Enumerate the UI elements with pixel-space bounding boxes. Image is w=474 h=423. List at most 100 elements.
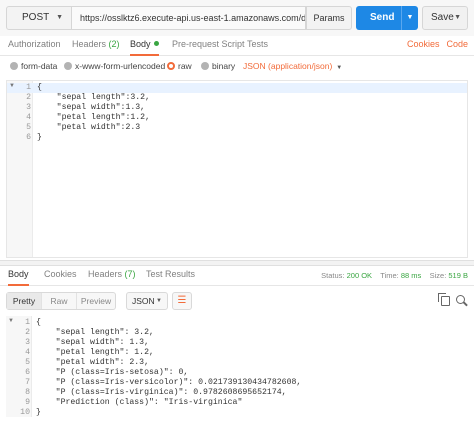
format-label: JSON <box>132 296 155 306</box>
status-value: 200 OK <box>346 271 373 280</box>
code-line: "P (class=Iris-versicolor)": 0.021739130… <box>36 378 302 387</box>
editor-line: ▼ 1 { <box>7 83 467 93</box>
cookies-link[interactable]: Cookies <box>407 39 440 49</box>
code-line: "sepal width": 1.3, <box>36 338 150 347</box>
size-label: Size: <box>429 271 447 280</box>
code-line: "sepal length": 3.2, <box>36 328 154 337</box>
code-line: } <box>37 133 42 142</box>
line-number: 2 <box>25 328 30 337</box>
request-body-editor[interactable]: ▼ 1 { 2 "sepal length":3.2, 3 "sepal wid… <box>6 80 468 258</box>
line-number: 5 <box>26 123 31 132</box>
view-mode-group: Pretty Raw Preview <box>6 292 116 310</box>
pretty-button[interactable]: Pretty <box>7 293 42 309</box>
tab-label: Cookies <box>44 269 77 279</box>
line-number: 5 <box>25 358 30 367</box>
chevron-down-icon: ▼ <box>156 298 162 304</box>
radio-icon <box>64 62 72 70</box>
radio-icon <box>10 62 18 70</box>
line-number: 1 <box>26 83 31 92</box>
chevron-down-icon: ▼ <box>56 14 63 21</box>
response-tabs: Body Cookies Headers (7) Test Results St… <box>0 266 474 286</box>
tab-label: Headers <box>72 39 107 49</box>
line-number: 1 <box>25 318 30 327</box>
code-line: "petal length":1.2, <box>37 113 151 122</box>
tab-response-cookies[interactable]: Cookies <box>44 269 77 286</box>
time-value: 88 ms <box>400 271 422 280</box>
line-number: 6 <box>26 133 31 142</box>
radio-raw[interactable]: raw <box>167 61 192 71</box>
tab-body[interactable]: Body <box>130 39 159 56</box>
copy-icon[interactable] <box>438 293 450 306</box>
tab-tests[interactable]: Tests <box>247 39 268 56</box>
request-links: Cookies Code <box>400 39 468 49</box>
tab-prerequest-script[interactable]: Pre-request Script <box>172 39 245 56</box>
response-body-viewer[interactable]: ▼ 1 { 2 "sepal length": 3.2, 3 "sepal wi… <box>6 316 468 417</box>
chevron-down-icon: ▼ <box>336 65 343 71</box>
request-bar: POST ▼ https://osslktz6.execute-api.us-e… <box>0 0 474 36</box>
code-line: "sepal width":1.3, <box>37 103 146 112</box>
url-input[interactable]: https://osslktz6.execute-api.us-east-1.a… <box>72 6 306 30</box>
save-label: Save <box>431 12 454 23</box>
radio-icon <box>201 62 209 70</box>
tab-label: Authorization <box>8 39 61 49</box>
method-select[interactable]: POST ▼ <box>6 6 72 30</box>
code-line: "P (class=Iris-setosa)": 0, <box>36 368 189 377</box>
chevron-down-icon[interactable]: ▼ <box>454 7 461 29</box>
code-line: "petal width":2.3 <box>37 123 141 132</box>
radio-binary[interactable]: binary <box>201 61 235 71</box>
line-number: 3 <box>26 103 31 112</box>
tab-label: Test Results <box>146 269 196 279</box>
params-button[interactable]: Params <box>306 6 352 30</box>
line-number: 10 <box>20 408 30 417</box>
radio-label: x-www-form-urlencoded <box>75 61 166 71</box>
line-number: 4 <box>26 113 31 122</box>
active-dot-icon <box>153 41 159 46</box>
send-button[interactable]: Send ▼ <box>356 6 418 30</box>
radio-label: raw <box>178 61 192 71</box>
content-type-select[interactable]: JSON (application/json) ▼ <box>243 61 342 71</box>
radio-label: binary <box>212 61 236 71</box>
line-number: 2 <box>26 93 31 102</box>
body-type-options: form-data x-www-form-urlencoded raw bina… <box>0 57 474 77</box>
radio-form-data[interactable]: form-data <box>10 61 57 71</box>
line-number: 7 <box>25 378 30 387</box>
code-link[interactable]: Code <box>446 39 468 49</box>
content-type-label: JSON (application/json) <box>243 61 333 71</box>
tab-label: Headers <box>88 269 123 279</box>
code-line: "petal length": 1.2, <box>36 348 154 357</box>
code-line: "Prediction (class)": "Iris-virginica" <box>36 398 243 407</box>
preview-button[interactable]: Preview <box>77 293 115 309</box>
size-value: 519 B <box>448 271 468 280</box>
code-line: { <box>37 83 42 92</box>
tab-test-results[interactable]: Test Results <box>146 269 195 286</box>
search-icon[interactable] <box>456 295 465 304</box>
method-label: POST <box>22 12 50 23</box>
tab-response-headers[interactable]: Headers (7) <box>88 269 136 286</box>
headers-count: (7) <box>124 269 136 279</box>
tab-label: Body <box>130 39 151 49</box>
line-number: 6 <box>25 368 30 377</box>
tab-headers[interactable]: Headers (2) <box>72 39 120 56</box>
time-label: Time: <box>380 271 399 280</box>
headers-count: (2) <box>108 39 120 49</box>
request-tabs: Authorization Headers (2) Body Pre-reque… <box>0 36 474 56</box>
tab-response-body[interactable]: Body <box>8 269 29 286</box>
status-label: Status: <box>321 271 345 280</box>
format-select[interactable]: JSON ▼ <box>126 292 168 310</box>
response-meta: Status: 200 OK Time: 88 ms Size: 519 B <box>321 271 468 280</box>
code-line: { <box>36 318 41 327</box>
send-label: Send <box>370 12 395 23</box>
line-number: 4 <box>25 348 30 357</box>
tab-authorization[interactable]: Authorization <box>8 39 61 56</box>
tab-label: Pre-request Script <box>172 39 245 49</box>
radio-label: form-data <box>21 61 58 71</box>
save-button[interactable]: Save ▼ <box>422 6 468 30</box>
line-number: 3 <box>25 338 30 347</box>
radio-urlencoded[interactable]: x-www-form-urlencoded <box>64 61 165 71</box>
tab-label: Body <box>8 269 29 279</box>
response-toolbar: Pretty Raw Preview JSON ▼ ☰ <box>0 288 474 314</box>
raw-button[interactable]: Raw <box>42 293 77 309</box>
send-dropdown-icon[interactable]: ▼ <box>401 6 418 30</box>
code-line: "P (class=Iris-virginica)": 0.9782608695… <box>36 388 287 397</box>
wrap-lines-icon[interactable]: ☰ <box>172 292 192 310</box>
